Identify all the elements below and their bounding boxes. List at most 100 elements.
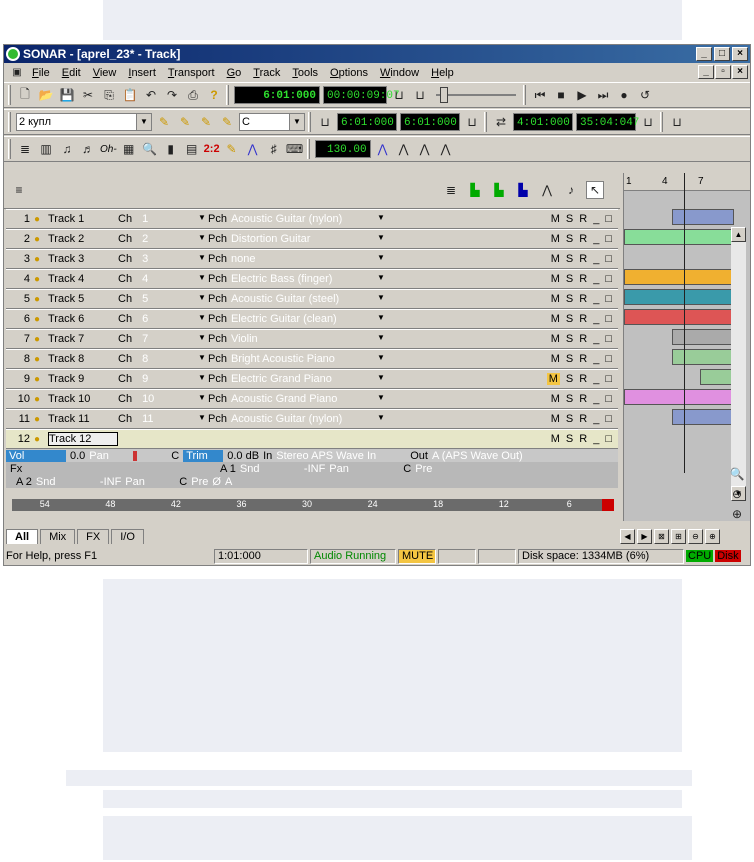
chevron-down-icon[interactable]: ▼ — [198, 353, 208, 365]
video-icon[interactable]: ▤ — [183, 140, 201, 158]
patch-value[interactable]: Electric Grand Piano — [231, 373, 332, 385]
mute-button[interactable]: M — [546, 373, 560, 385]
track-name[interactable]: Track 8 — [48, 353, 118, 365]
channel-value[interactable]: 8 — [142, 353, 148, 365]
loop-toggle-icon[interactable]: ⇄ — [492, 113, 510, 131]
maximize-button[interactable]: □ — [714, 47, 730, 61]
loop-start-display[interactable]: 4:01:000 — [513, 113, 573, 131]
record-arm-button[interactable]: R — [579, 413, 587, 425]
send2-label[interactable]: A 2 — [6, 476, 32, 488]
record-arm-button[interactable]: R — [579, 333, 587, 345]
track-row[interactable]: 5 ● Track 5 Ch 5 ▼ Pch Acoustic Guitar (steel) ▼… — [6, 289, 618, 309]
send2-pre[interactable]: Pre — [191, 476, 208, 488]
marker-icon[interactable]: ✎ — [155, 113, 173, 131]
chevron-down-icon[interactable]: ▼ — [377, 413, 387, 422]
insert-track-icon[interactable]: ▙ — [466, 181, 484, 199]
solo-button[interactable]: S — [566, 373, 573, 385]
position-slider[interactable] — [436, 87, 516, 103]
maximize-track-icon[interactable]: □ — [605, 313, 612, 325]
output-select[interactable]: A (APS Wave Out) — [432, 450, 523, 462]
zoom-out-icon[interactable]: ⊖ — [728, 485, 746, 503]
tempo-down-icon[interactable]: ⋀ — [395, 140, 413, 158]
patch-value[interactable]: none — [231, 253, 255, 265]
loop-icon[interactable]: ↺ — [636, 86, 654, 104]
insert-audio-icon[interactable]: ▙ — [490, 181, 508, 199]
piano-roll-icon[interactable]: ♫ — [58, 140, 76, 158]
record-arm-button[interactable]: R — [579, 353, 587, 365]
send2-pan[interactable]: Pan — [125, 476, 175, 488]
select-tool-icon[interactable]: ↖ — [586, 181, 604, 199]
minimize-track-icon[interactable]: _ — [593, 273, 599, 285]
channel-value[interactable]: 2 — [142, 233, 148, 245]
undo-icon[interactable]: ↶ — [142, 86, 160, 104]
mute-button[interactable]: M — [551, 253, 560, 265]
record-arm-button[interactable]: R — [579, 253, 587, 265]
mic-icon[interactable]: ⌨ — [286, 140, 304, 158]
solo-button[interactable]: S — [566, 213, 573, 225]
insert-midi-icon[interactable]: ▙ — [514, 181, 532, 199]
minimize-track-icon[interactable]: _ — [593, 393, 599, 405]
mdi-restore-button[interactable]: ▫ — [715, 65, 731, 79]
minimize-track-icon[interactable]: _ — [593, 413, 599, 425]
stop-icon[interactable]: ■ — [552, 86, 570, 104]
zoom-icon[interactable]: 🔍 — [728, 465, 746, 483]
chevron-down-icon[interactable]: ▼ — [377, 233, 387, 242]
play-icon[interactable]: ▶ — [573, 86, 591, 104]
chevron-down-icon[interactable]: ▼ — [198, 273, 208, 285]
cut-icon[interactable]: ✂ — [79, 86, 97, 104]
track-row[interactable]: 4 ● Track 4 Ch 4 ▼ Pch Electric Bass (finger) ▼ M… — [6, 269, 618, 289]
punch-icon[interactable]: ⊔ — [668, 113, 686, 131]
track-view-icon[interactable]: ≣ — [16, 140, 34, 158]
solo-button[interactable]: S — [566, 253, 573, 265]
mute-button[interactable]: M — [551, 413, 560, 425]
record-arm-button[interactable]: R — [579, 433, 587, 445]
maximize-track-icon[interactable]: □ — [605, 253, 612, 265]
maximize-track-icon[interactable]: □ — [605, 433, 612, 445]
clip-track-11[interactable] — [672, 409, 734, 425]
vol-label[interactable]: Vol — [6, 449, 66, 462]
clip-track-4[interactable] — [624, 269, 734, 285]
maximize-track-icon[interactable]: □ — [605, 333, 612, 345]
input-select[interactable]: Stereo APS Wave In — [276, 450, 406, 462]
channel-value[interactable]: 3 — [142, 253, 148, 265]
sync-icon[interactable]: ♯ — [265, 140, 283, 158]
record-arm-button[interactable]: R — [579, 233, 587, 245]
maximize-track-icon[interactable]: □ — [605, 353, 612, 365]
maximize-track-icon[interactable]: □ — [605, 213, 612, 225]
maximize-track-icon[interactable]: □ — [605, 293, 612, 305]
solo-button[interactable]: S — [566, 233, 573, 245]
track-name[interactable]: Track 2 — [48, 233, 118, 245]
grid-icon[interactable]: ⊞ — [671, 529, 686, 544]
patch-value[interactable]: Bright Acoustic Piano — [231, 353, 335, 365]
scroll-right-icon[interactable]: ▶ — [637, 529, 652, 544]
clip-track-6[interactable] — [624, 309, 734, 325]
track-row[interactable]: 11 ● Track 11 Ch 11 ▼ Pch Acoustic Guitar (nylo… — [6, 409, 618, 429]
solo-button[interactable]: S — [566, 433, 573, 445]
chevron-down-icon[interactable]: ▼ — [198, 293, 208, 305]
mute-button[interactable]: M — [551, 353, 560, 365]
clip-track-9[interactable] — [700, 369, 734, 385]
track-name[interactable]: Track 1 — [48, 213, 118, 225]
patch-value[interactable]: Acoustic Guitar (nylon) — [231, 213, 342, 225]
maximize-track-icon[interactable]: □ — [605, 413, 612, 425]
mute-button[interactable]: M — [551, 393, 560, 405]
record-arm-button[interactable]: R — [579, 213, 587, 225]
title-bar[interactable]: SONAR - [aprel_23* - Track] _ □ × — [4, 45, 750, 63]
channel-value[interactable]: 5 — [142, 293, 148, 305]
channel-value[interactable]: 4 — [142, 273, 148, 285]
chevron-down-icon[interactable]: ▼ — [377, 253, 387, 262]
redo-icon[interactable]: ↷ — [163, 86, 181, 104]
track-row[interactable]: 7 ● Track 7 Ch 7 ▼ Pch Violin ▼ M S R _ □ — [6, 329, 618, 349]
menu-file[interactable]: File — [26, 67, 56, 79]
tempo-icon[interactable]: ⋀ — [244, 140, 262, 158]
hzoom-out-icon[interactable]: ⊖ — [688, 529, 703, 544]
open-icon[interactable]: 📂 — [37, 86, 55, 104]
chevron-down-icon[interactable]: ▼ — [198, 253, 208, 265]
chevron-down-icon[interactable]: ▼ — [198, 313, 208, 325]
patch-value[interactable]: Acoustic Grand Piano — [231, 393, 337, 405]
tempo-ratio2-icon[interactable]: ⋀ — [437, 140, 455, 158]
chevron-down-icon[interactable]: ▼ — [377, 353, 387, 362]
solo-button[interactable]: S — [566, 273, 573, 285]
marker3-icon[interactable]: ✎ — [197, 113, 215, 131]
minimize-track-icon[interactable]: _ — [593, 293, 599, 305]
